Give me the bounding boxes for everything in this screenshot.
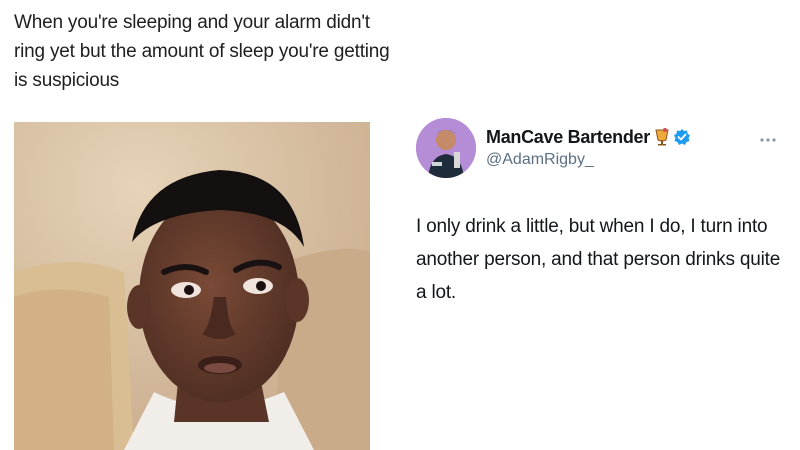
tweet-card: ManCave Bartender @AdamRigby_ I only dri… — [406, 112, 794, 432]
verified-icon — [673, 128, 691, 146]
tweet-handle[interactable]: @AdamRigby_ — [486, 151, 594, 169]
more-icon[interactable] — [758, 132, 782, 142]
display-name[interactable]: ManCave Bartender — [486, 127, 650, 148]
avatar-image — [416, 118, 476, 178]
drink-icon — [655, 128, 669, 146]
avatar[interactable] — [416, 118, 476, 178]
meme-photo — [14, 122, 370, 450]
meme-collage: When you're sleeping and your alarm didn… — [0, 0, 800, 450]
meme-caption: When you're sleeping and your alarm didn… — [14, 12, 390, 91]
reaction-face-image — [14, 122, 370, 450]
tweet-author[interactable]: ManCave Bartender — [486, 126, 691, 148]
tweet-text: I only drink a little, but when I do, I … — [416, 216, 781, 303]
